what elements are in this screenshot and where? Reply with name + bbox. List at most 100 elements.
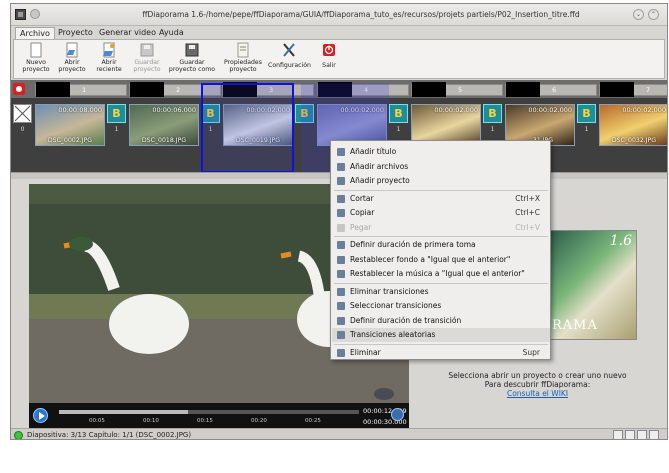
chapter-thumbnail [36,82,70,97]
context-menu: Añadir título Añadir archivos Añadir proye… [330,140,551,360]
save-project-button[interactable]: Guardar proyecto [130,42,164,73]
chapter-number: 2 [176,86,181,94]
refresh-icon[interactable] [637,430,647,439]
new-project-label: Nuevo proyecto [22,59,50,73]
status-bar: Diapositiva: 3/13 Capítulo: 1/1 (DSC_000… [11,428,667,439]
chapter-thumbnail [130,82,164,97]
chapter-marker[interactable]: 7 [599,82,667,97]
menu-item-label: Pegar [350,222,372,232]
folder-icon[interactable] [613,430,623,439]
time-tick: 00:20 [251,418,267,424]
transition-none[interactable]: 0 [13,104,32,142]
add-files-icon [337,162,345,171]
menu-item-label: Definir duración de transición [350,315,462,325]
wiki-link[interactable]: Consulta el WIKI [409,389,666,398]
title-bar[interactable]: ffDiaporama 1.6-/home/pepe/ffDiaporama/G… [11,4,667,26]
power-icon [323,44,335,56]
menu-item-label: Añadir proyecto [350,176,410,185]
status-indicator-icon [14,431,23,439]
slide-duration: 00:00:06.000 [152,106,196,114]
time-tick: 00:25 [305,418,321,424]
app-icon[interactable] [15,9,26,20]
end-button[interactable] [391,408,404,421]
menu-item[interactable]: Cortar Ctrl+X [332,192,550,206]
menu-item[interactable]: Definir duración de transición [332,314,550,328]
ribbon-toolbar: Nuevo proyecto Abrir proyecto Abrir recient… [13,39,665,79]
transition-icon: B [577,104,596,123]
menu-item-label: Transiciones aleatorias [350,330,436,339]
menu-item[interactable]: Añadir título [332,145,550,159]
exit-button[interactable]: Salir [316,42,342,69]
random-transitions-icon [337,331,345,339]
menu-item[interactable]: Añadir archivos [332,160,550,174]
slide-duration: 00:00:08.000 [58,106,102,114]
project-properties-button[interactable]: Propiedades proyecto [221,42,265,73]
transition-slot[interactable]: B1 [577,104,596,142]
select-transitions-icon [337,302,345,310]
menu-item[interactable]: Eliminar transiciones [332,285,550,299]
zoom-icon[interactable] [649,430,659,439]
no-transition-icon [13,104,32,123]
save-project-as-button[interactable]: Guardar proyecto como [168,42,216,73]
splash-image: 1.6 RAMA [549,230,637,340]
save-as-icon [185,43,199,57]
chapter-marker[interactable]: 5 [411,82,503,97]
add-project-icon [337,177,345,185]
remove-transitions-icon [337,287,345,296]
transition-slot[interactable]: B1 [483,104,502,142]
save-project-label: Guardar proyecto [133,59,161,73]
cut-icon [337,194,345,203]
slide-thumbnail[interactable]: 00:00:02.000 DSC_0032.JPG [599,104,667,146]
splash-word: RAMA [552,318,598,333]
menu-item-label: Seleccionar transiciones [350,301,442,310]
splash-version: 1.6 [609,233,632,249]
save-icon [140,43,154,57]
transition-slot[interactable]: B1 [107,104,126,142]
copy-icon [337,209,345,217]
chapter-marker[interactable]: 6 [505,82,597,97]
menu-item[interactable]: Restablecer la música a "Igual que el an… [332,267,550,281]
menu-item[interactable]: Definir duración de primera toma [332,238,550,252]
menu-item[interactable]: Copiar Ctrl+C [332,206,550,220]
menu-item[interactable]: Eliminar Supr [332,346,550,360]
menu-item[interactable]: Añadir proyecto [332,174,550,188]
seek-bar[interactable] [59,410,359,414]
maximize-button[interactable]: ⌃ [648,9,659,20]
open-recent-button[interactable]: Abrir reciente [92,42,126,73]
chapter-number: 1 [82,86,87,94]
transition-duration-icon [337,316,345,325]
transition-icon: B [107,104,126,123]
menu-item-label: Definir duración de primera toma [350,240,476,249]
player-controls: 00:05 00:10 00:15 00:20 00:25 00:00:12.999 0… [29,403,409,429]
menu-item-label: Copiar [350,208,375,217]
seek-progress [59,410,188,414]
app-window: ffDiaporama 1.6-/home/pepe/ffDiaporama/G… [10,3,668,440]
chapter-marker[interactable]: 1 [35,82,127,97]
minimize-button[interactable]: ⌄ [633,9,644,20]
play-button[interactable] [33,408,48,423]
chapter-thumbnail [506,82,540,97]
slide-thumbnail[interactable]: 00:00:06.000 DSC_0018.JPG [129,104,199,146]
pin-icon[interactable] [30,9,40,19]
menu-item[interactable]: Seleccionar transiciones [332,299,550,313]
menu-item[interactable]: Transiciones aleatorias [332,328,550,342]
status-text: Diapositiva: 3/13 Capítulo: 1/1 (DSC_000… [27,431,192,439]
new-document-icon [30,42,42,58]
slide-filename: DSC_0002.JPG [47,137,93,144]
menu-item-shortcut: Ctrl+X [515,193,540,203]
duration-icon [337,241,345,249]
menu-item[interactable]: Restablecer fondo a "Igual que el anteri… [332,253,550,267]
slide-thumbnail[interactable]: 00:00:08.000 DSC_0002.JPG [35,104,105,146]
menu-separator [334,236,548,237]
save-project-as-label: Guardar proyecto como [168,59,216,73]
menu-item-label: Eliminar transiciones [350,286,429,296]
grid-icon[interactable] [625,430,635,439]
background-icon [337,255,345,264]
transition-number: 1 [396,126,401,133]
transition-slot[interactable]: B1 [389,104,408,142]
new-project-button[interactable]: Nuevo proyecto [20,42,52,73]
open-project-button[interactable]: Abrir proyecto [56,42,88,73]
window-title: ffDiaporama 1.6-/home/pepe/ffDiaporama/G… [142,10,580,19]
settings-button[interactable]: Configuración [268,42,311,69]
slide-filename: DSC_0032.JPG [611,137,657,144]
